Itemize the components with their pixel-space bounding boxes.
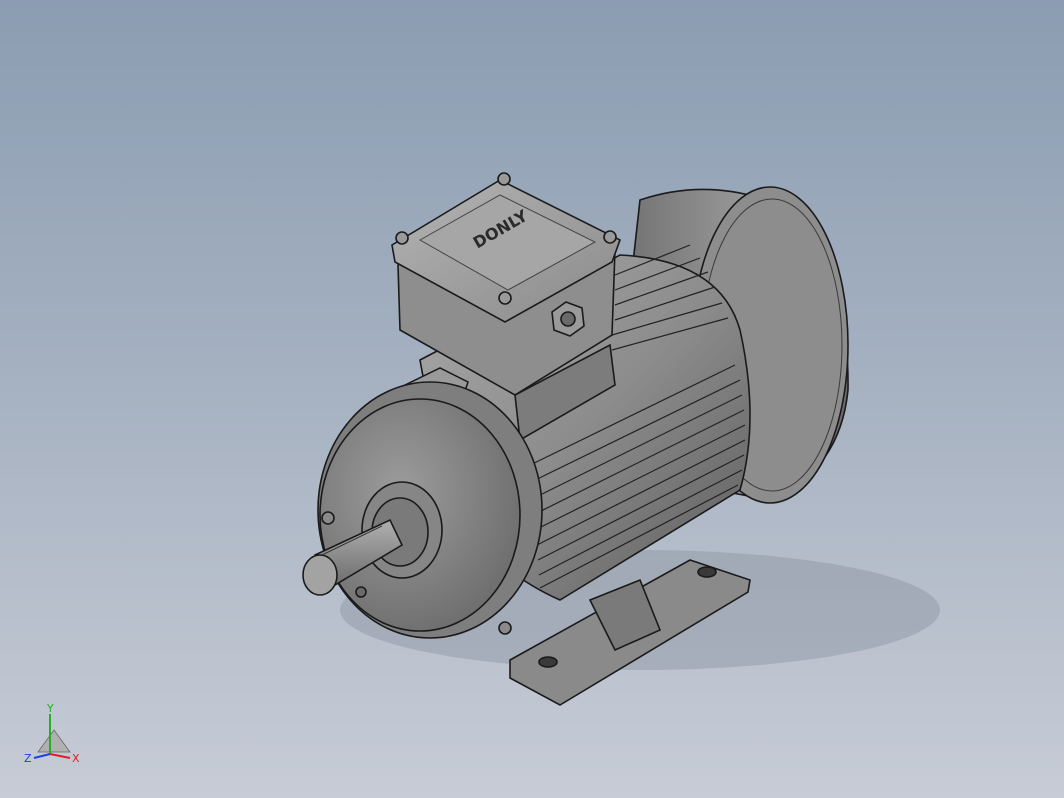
lid-screw — [603, 230, 617, 244]
y-axis-label: Y — [46, 702, 54, 715]
3d-viewport[interactable]: DONLY Y X Z — [0, 0, 1064, 798]
axis-triad[interactable]: Y X Z — [18, 700, 90, 772]
triad-base-icon — [37, 729, 71, 753]
shield-bolt — [498, 621, 512, 635]
front-end-shield — [317, 381, 543, 639]
motor-model[interactable]: DONLY — [0, 0, 1064, 798]
lid-screw — [498, 291, 512, 305]
x-axis-label: X — [72, 752, 80, 765]
shield-bolt — [321, 511, 335, 525]
foot-bolt-hole — [538, 656, 558, 668]
z-axis-label: Z — [24, 752, 32, 765]
x-axis-icon — [49, 753, 71, 759]
lid-screw — [497, 172, 511, 186]
foot-bolt-hole — [697, 566, 717, 578]
lid-screw — [395, 231, 409, 245]
z-axis-icon — [33, 753, 51, 759]
